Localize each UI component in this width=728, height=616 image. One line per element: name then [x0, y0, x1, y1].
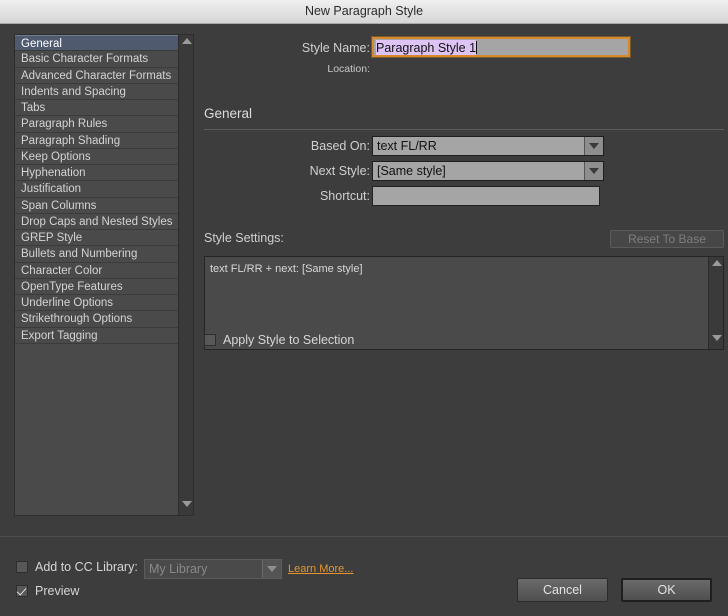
sidebar-item-bullets-and-numbering[interactable]: Bullets and Numbering: [15, 246, 179, 263]
location-label: Location:: [327, 63, 370, 75]
sidebar-item-general[interactable]: General: [15, 35, 179, 52]
shortcut-label: Shortcut:: [319, 189, 370, 203]
window-titlebar: New Paragraph Style: [0, 0, 728, 24]
cc-library-checkbox[interactable]: [16, 561, 28, 573]
sidebar-item-export-tagging[interactable]: Export Tagging: [15, 328, 179, 344]
style-settings-scrollbar[interactable]: [708, 257, 723, 349]
ok-button[interactable]: OK: [621, 578, 712, 602]
general-panel: Style Name: Paragraph Style 1 Location: …: [200, 24, 728, 534]
category-list-scrollbar[interactable]: [178, 35, 193, 515]
sidebar-item-justification[interactable]: Justification: [15, 181, 179, 198]
sidebar-item-indents-and-spacing[interactable]: Indents and Spacing: [15, 84, 179, 100]
preview-label: Preview: [35, 584, 80, 598]
sidebar-item-advanced-character-formats[interactable]: Advanced Character Formats: [15, 68, 179, 84]
chevron-down-icon[interactable]: [584, 162, 603, 180]
cancel-button[interactable]: Cancel: [517, 578, 608, 602]
sidebar-item-hyphenation[interactable]: Hyphenation: [15, 165, 179, 182]
chevron-down-icon[interactable]: [262, 560, 281, 578]
sidebar-item-character-color[interactable]: Character Color: [15, 263, 179, 279]
dialog-body: General Basic Character Formats Advanced C…: [0, 24, 728, 616]
triangle-down-icon[interactable]: [711, 335, 722, 346]
shortcut-input[interactable]: [372, 186, 600, 206]
preview-checkbox-row[interactable]: Preview: [16, 583, 79, 599]
learn-more-link[interactable]: Learn More...: [288, 563, 353, 575]
preview-checkbox[interactable]: [16, 585, 28, 597]
sidebar-item-opentype-features[interactable]: OpenType Features: [15, 279, 179, 295]
window-title: New Paragraph Style: [304, 4, 424, 18]
style-name-input[interactable]: Paragraph Style 1: [371, 36, 631, 58]
style-name-value: Paragraph Style 1: [376, 40, 477, 55]
cc-library-dropdown[interactable]: My Library: [144, 559, 282, 579]
based-on-value: text FL/RR: [377, 139, 437, 153]
sidebar-item-strikethrough-options[interactable]: Strikethrough Options: [15, 311, 179, 328]
sidebar-item-span-columns[interactable]: Span Columns: [15, 198, 179, 214]
sidebar-item-underline-options[interactable]: Underline Options: [15, 295, 179, 312]
reset-to-base-button[interactable]: Reset To Base: [610, 230, 724, 248]
triangle-up-icon[interactable]: [181, 38, 192, 49]
style-settings-text: text FL/RR + next: [Same style]: [210, 263, 363, 275]
based-on-dropdown[interactable]: text FL/RR: [372, 136, 604, 156]
next-style-dropdown[interactable]: [Same style]: [372, 161, 604, 181]
apply-style-label: Apply Style to Selection: [223, 333, 355, 347]
triangle-down-icon[interactable]: [181, 501, 192, 512]
footer-divider: [0, 536, 728, 537]
style-settings-label: Style Settings:: [204, 231, 284, 245]
based-on-label: Based On:: [310, 139, 370, 153]
cc-library-value: My Library: [149, 562, 208, 576]
cc-library-label: Add to CC Library:: [35, 560, 138, 574]
sidebar-item-drop-caps-and-nested-styles[interactable]: Drop Caps and Nested Styles: [15, 214, 179, 230]
next-style-value: [Same style]: [377, 164, 446, 178]
section-title-general: General: [204, 106, 253, 121]
sidebar-item-paragraph-shading[interactable]: Paragraph Shading: [15, 133, 179, 149]
apply-style-checkbox-row[interactable]: Apply Style to Selection: [204, 332, 354, 348]
chevron-down-icon[interactable]: [584, 137, 603, 155]
sidebar-item-keep-options[interactable]: Keep Options: [15, 149, 179, 165]
cc-library-checkbox-row[interactable]: Add to CC Library:: [16, 559, 138, 575]
sidebar-item-grep-style[interactable]: GREP Style: [15, 230, 179, 247]
next-style-label: Next Style:: [309, 164, 370, 178]
section-divider: [204, 129, 724, 130]
style-name-label: Style Name:: [301, 41, 370, 55]
sidebar-item-paragraph-rules[interactable]: Paragraph Rules: [15, 116, 179, 133]
sidebar-item-basic-character-formats[interactable]: Basic Character Formats: [15, 51, 179, 68]
category-list-panel[interactable]: General Basic Character Formats Advanced C…: [14, 34, 194, 516]
apply-style-checkbox[interactable]: [204, 334, 216, 346]
triangle-up-icon[interactable]: [711, 260, 722, 271]
sidebar-item-tabs[interactable]: Tabs: [15, 100, 179, 117]
category-list[interactable]: General Basic Character Formats Advanced C…: [15, 35, 179, 515]
